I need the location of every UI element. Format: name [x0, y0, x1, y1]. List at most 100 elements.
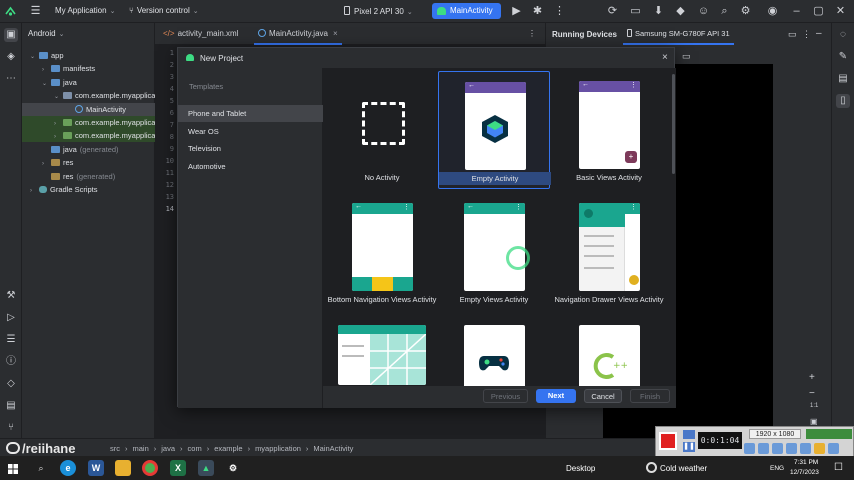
android-studio-taskbar-icon[interactable]: ▲ — [198, 460, 214, 476]
debug-icon[interactable]: ✱ — [531, 5, 544, 18]
breadcrumb-item[interactable]: com — [188, 444, 202, 453]
main-menu-icon[interactable]: ☰ — [29, 5, 42, 18]
excel-icon[interactable]: X — [170, 460, 186, 476]
close-tab-icon[interactable]: × — [333, 29, 338, 38]
hide-panel-icon[interactable]: – — [816, 28, 822, 39]
maximize-window-icon[interactable]: ▢ — [812, 5, 825, 18]
previous-button[interactable]: Previous — [483, 389, 528, 403]
tree-item[interactable]: › com.example.myapplica — [22, 116, 155, 129]
zoom-actual-icon[interactable]: 1:1 — [810, 403, 818, 409]
template-responsive-views-activity[interactable] — [326, 315, 438, 386]
recorder-tool-icon[interactable] — [772, 443, 783, 454]
more-actions-icon[interactable]: ⋮ — [553, 5, 566, 18]
recorder-tool-icon[interactable] — [744, 443, 755, 454]
camera-icon[interactable] — [683, 430, 695, 439]
tree-item[interactable]: › Gradle Scripts — [22, 183, 155, 196]
account-icon[interactable]: ☺ — [697, 5, 710, 18]
settings-gear-icon[interactable]: ⚙ — [225, 460, 241, 476]
logcat-icon[interactable]: ☰ — [4, 333, 18, 347]
finish-button[interactable]: Finish — [630, 389, 670, 403]
cancel-button[interactable]: Cancel — [584, 389, 622, 403]
category-item[interactable]: Wear OS — [178, 123, 323, 140]
search-icon[interactable]: ⌕ — [33, 460, 49, 476]
device-selector[interactable]: Pixel 2 API 30 ⌄ — [344, 6, 413, 16]
recorder-settings-icon[interactable] — [828, 443, 839, 454]
notifications-icon[interactable]: ◉ — [766, 5, 779, 18]
git-icon[interactable]: ⑂ — [4, 421, 18, 435]
windows-start-icon[interactable] — [8, 464, 18, 474]
folder-icon[interactable] — [814, 443, 825, 454]
run-icon[interactable]: ▶ — [510, 5, 523, 18]
desktop-label[interactable]: Desktop — [566, 464, 595, 473]
version-control-menu[interactable]: ⑂ Version control ⌄ — [129, 6, 199, 15]
breadcrumb-item[interactable]: java — [161, 444, 175, 453]
device-manager-icon[interactable]: ▭ — [629, 5, 642, 18]
panel-more-icon[interactable]: ⋮ — [802, 29, 811, 40]
category-item[interactable]: Television — [178, 140, 323, 157]
category-item[interactable]: Automotive — [178, 158, 323, 175]
zoom-out-icon[interactable]: − — [809, 388, 815, 399]
template-empty-activity[interactable]: ← Empty Activity — [438, 71, 551, 189]
tab-mainactivity-java[interactable]: MainActivity.java × — [254, 23, 342, 45]
sync-gradle-icon[interactable]: ⟳ — [606, 5, 619, 18]
template-no-activity[interactable]: No Activity — [326, 71, 438, 189]
zoom-in-icon[interactable]: + — [809, 372, 815, 383]
device-toolbar-icon[interactable]: ▭ — [682, 51, 691, 62]
tree-item[interactable]: › res — [22, 156, 155, 169]
tree-item[interactable]: res (generated) — [22, 170, 155, 183]
close-dialog-icon[interactable]: × — [662, 52, 668, 63]
word-icon[interactable]: W — [88, 460, 104, 476]
clock-date[interactable]: 12/7/2023 — [790, 469, 819, 476]
terminal-icon[interactable]: ▤ — [4, 399, 18, 413]
project-selector[interactable]: My Application ⌄ — [55, 6, 115, 15]
clock-time[interactable]: 7:31 PM — [794, 459, 818, 466]
build-tool-icon[interactable]: ⚒ — [4, 289, 18, 303]
run-tool-icon[interactable]: ▷ — [4, 311, 18, 325]
settings-gear-icon[interactable]: ⚙ — [739, 5, 752, 18]
app-quality-icon[interactable]: ◇ — [4, 377, 18, 391]
breadcrumb-item[interactable]: main — [133, 444, 149, 453]
breadcrumb-item[interactable]: src — [110, 444, 120, 453]
expand-closed-icon[interactable]: › — [30, 185, 39, 198]
next-button[interactable]: Next — [536, 389, 576, 403]
project-view-selector[interactable]: Android ⌄ — [28, 29, 64, 38]
resource-manager-icon[interactable]: ◈ — [4, 50, 18, 64]
breadcrumb-current[interactable]: MainActivity — [313, 444, 353, 453]
device-file-icon[interactable]: ▤ — [836, 72, 850, 86]
zoom-fit-icon[interactable]: ▣ — [810, 417, 818, 426]
run-config-selector[interactable]: MainActivity — [432, 3, 501, 19]
weather-text[interactable]: Cold weather — [660, 464, 707, 473]
template-native-cpp[interactable]: ++ — [553, 315, 665, 386]
template-empty-views-activity[interactable]: ← ⋮ Empty Views Activity — [438, 193, 550, 311]
tree-item[interactable]: java (generated) — [22, 143, 155, 156]
category-item[interactable]: Phone and Tablet — [178, 105, 323, 122]
tree-item[interactable]: ⌄ com.example.myapplica — [22, 89, 155, 102]
recorder-tool-icon[interactable] — [800, 443, 811, 454]
language-indicator[interactable]: ENG — [770, 465, 784, 472]
device-window-icon[interactable]: ▭ — [788, 29, 797, 40]
recorder-tool-icon[interactable] — [786, 443, 797, 454]
breadcrumb-item[interactable]: example — [214, 444, 242, 453]
tree-item[interactable]: › com.example.myapplica — [22, 129, 155, 143]
chrome-icon[interactable] — [142, 460, 158, 476]
editor-more-icon[interactable]: ⋮ — [528, 29, 536, 38]
more-tools-icon[interactable]: ⋯ — [4, 72, 18, 86]
tab-activity-main-xml[interactable]: </> activity_main.xml — [163, 29, 238, 38]
template-game-activity[interactable] — [438, 315, 550, 386]
device-tab[interactable]: Samsung SM-G780F API 31 — [623, 23, 734, 45]
stop-record-button[interactable] — [659, 432, 677, 450]
tree-item[interactable]: MainActivity — [22, 102, 155, 116]
notification-center-icon[interactable]: ☐ — [834, 462, 843, 473]
tree-item[interactable]: ⌄ java — [22, 76, 155, 89]
template-basic-views-activity[interactable]: ← ⋮ + Basic Views Activity — [553, 71, 665, 189]
profiler-icon[interactable]: ◆ — [674, 5, 687, 18]
search-icon[interactable]: ⌕ — [718, 5, 731, 18]
tree-item[interactable]: › manifests — [22, 62, 155, 75]
project-tool-icon[interactable]: ▣ — [4, 28, 18, 42]
breadcrumb-item[interactable]: myapplication — [255, 444, 301, 453]
problems-icon[interactable]: ⓘ — [4, 355, 18, 369]
gallery-scrollbar[interactable] — [672, 74, 675, 174]
recorder-tool-icon[interactable] — [758, 443, 769, 454]
file-explorer-icon[interactable] — [115, 460, 131, 476]
pause-icon[interactable]: ❚❚ — [683, 442, 695, 452]
